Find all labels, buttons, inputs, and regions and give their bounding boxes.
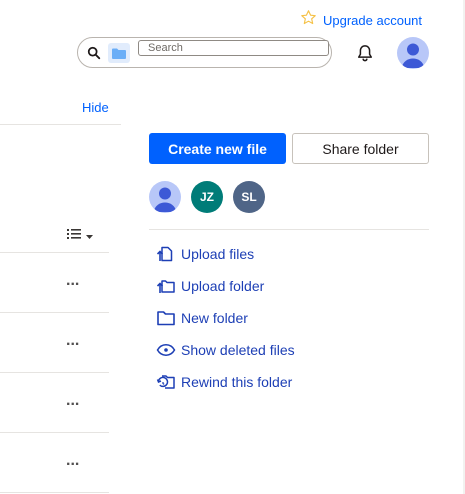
- search-bar[interactable]: [77, 37, 332, 68]
- member-avatar-sl[interactable]: SL: [233, 181, 265, 213]
- upgrade-account-label: Upgrade account: [323, 12, 423, 28]
- account-avatar[interactable]: [397, 37, 429, 69]
- upload-files-label: Upload files: [181, 246, 255, 262]
- search-icon: [87, 46, 101, 65]
- hide-sidebar-link[interactable]: Hide: [82, 100, 109, 115]
- star-icon: [300, 9, 317, 31]
- table-row-divider: [0, 252, 109, 253]
- table-row-divider: [0, 312, 109, 313]
- person-icon: [153, 187, 177, 212]
- upload-folder-link[interactable]: Upload folder: [156, 276, 264, 296]
- upload-folder-label: Upload folder: [181, 278, 265, 294]
- person-icon: [401, 43, 425, 68]
- upload-file-icon: [156, 244, 176, 264]
- search-input[interactable]: [138, 40, 329, 56]
- show-deleted-files-label: Show deleted files: [181, 342, 295, 358]
- upload-folder-icon: [156, 276, 176, 296]
- share-folder-button[interactable]: Share folder: [292, 133, 429, 164]
- bell-icon[interactable]: [355, 43, 375, 68]
- new-folder-label: New folder: [181, 310, 248, 326]
- create-new-file-button[interactable]: Create new file: [149, 133, 286, 164]
- show-deleted-files-link[interactable]: Show deleted files: [156, 340, 295, 360]
- row-menu-button[interactable]: ...: [66, 393, 79, 409]
- table-row-divider: [0, 372, 109, 373]
- row-menu-button[interactable]: ...: [66, 453, 79, 469]
- upgrade-account-link[interactable]: Upgrade account: [300, 9, 422, 31]
- chevron-down-icon: [86, 227, 93, 245]
- member-avatar-jz[interactable]: JZ: [191, 181, 223, 213]
- eye-icon: [156, 340, 176, 360]
- row-menu-button[interactable]: ...: [66, 273, 79, 289]
- folder-scope-icon[interactable]: [108, 43, 130, 63]
- row-menu-button[interactable]: ...: [66, 333, 79, 349]
- view-toggle[interactable]: [67, 227, 93, 245]
- table-row-divider: [0, 492, 109, 493]
- rewind-folder-label: Rewind this folder: [181, 374, 293, 390]
- panel-divider: [149, 229, 429, 230]
- folder-icon: [156, 308, 176, 328]
- sidebar-divider: [0, 124, 121, 125]
- rewind-folder-link[interactable]: Rewind this folder: [156, 372, 292, 392]
- list-view-icon: [67, 227, 81, 245]
- member-avatar[interactable]: [149, 181, 181, 213]
- rewind-icon: [156, 372, 176, 392]
- table-row-divider: [0, 432, 109, 433]
- upload-files-link[interactable]: Upload files: [156, 244, 254, 264]
- new-folder-link[interactable]: New folder: [156, 308, 248, 328]
